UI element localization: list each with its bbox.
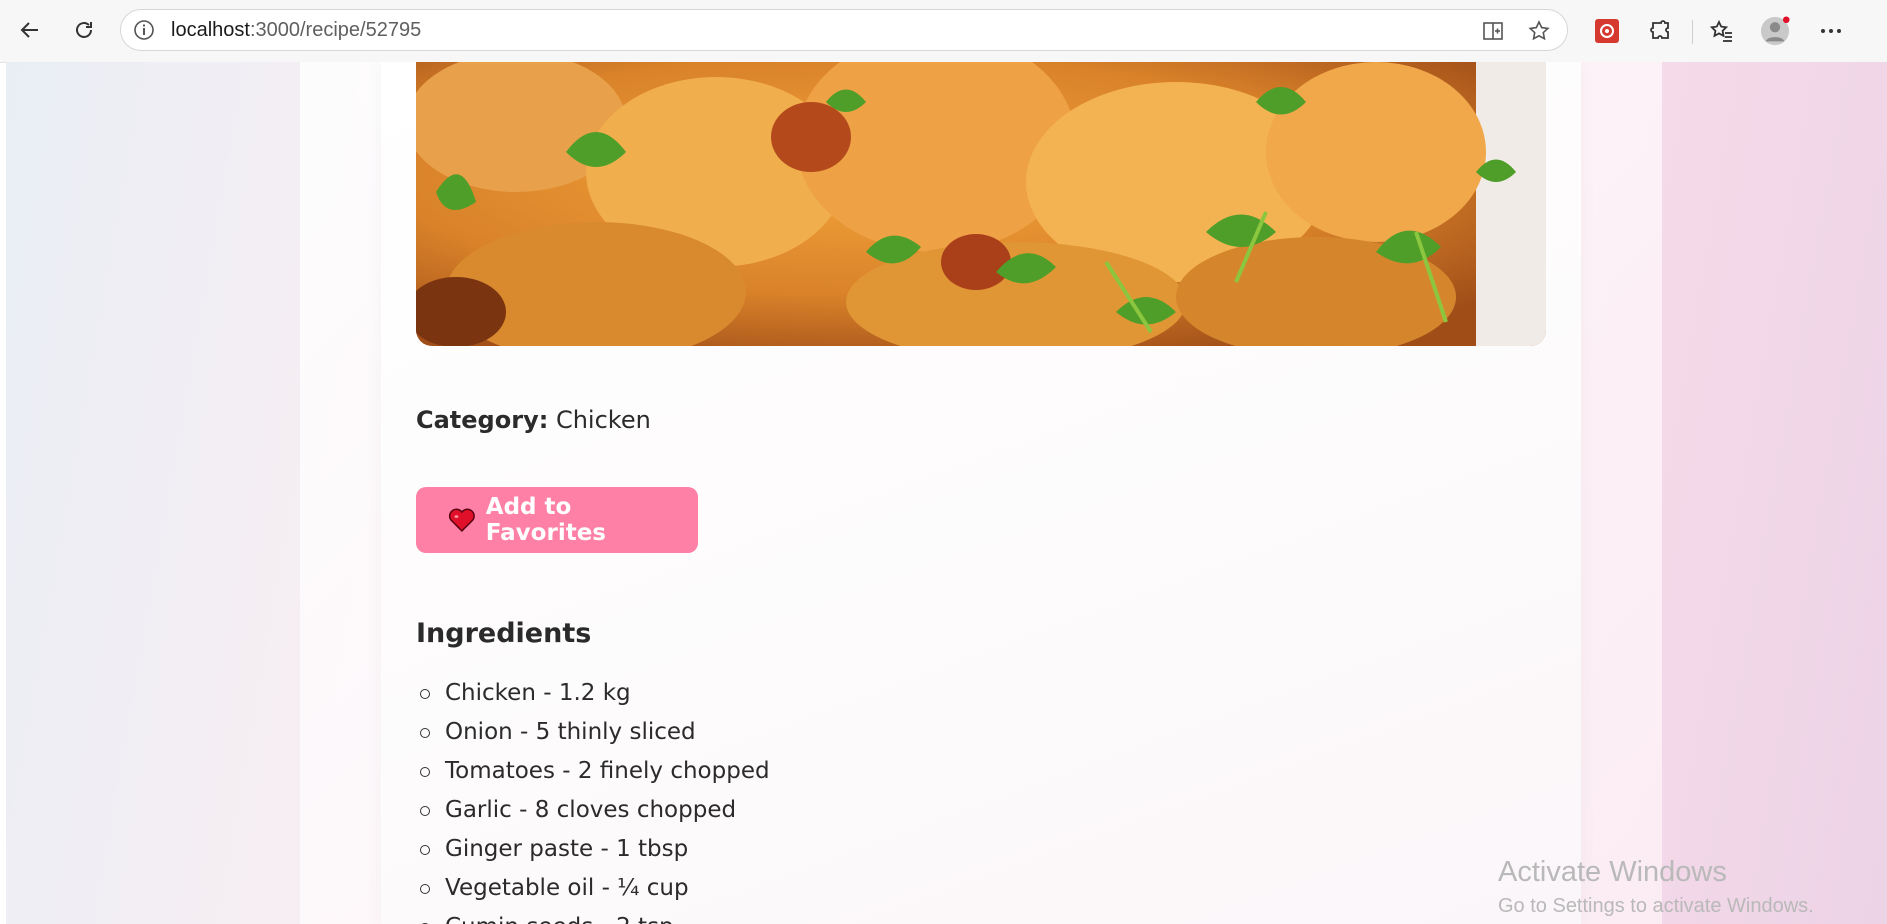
back-icon	[20, 22, 38, 38]
heart-icon	[448, 508, 475, 532]
ingredient-item: Onion - 5 thinly sliced	[416, 713, 770, 752]
ingredients-heading: Ingredients	[416, 618, 592, 649]
watermark-title: Activate Windows	[1498, 856, 1727, 888]
ingredient-item: Garlic - 8 cloves chopped	[416, 791, 770, 830]
profile-button[interactable]	[1760, 16, 1790, 46]
ingredient-item: Ginger paste - 1 tbsp	[416, 830, 770, 869]
url-path: :3000/recipe/52795	[249, 19, 422, 41]
category-value: Chicken	[555, 406, 651, 434]
recipe-card: Category: Chicken Add to Favorites Ingre…	[381, 62, 1581, 924]
extensions-button[interactable]	[1646, 16, 1676, 46]
address-bar[interactable]: localhost:3000/recipe/52795	[120, 9, 1568, 51]
back-button[interactable]	[14, 14, 46, 46]
category-label: Category:	[416, 406, 549, 434]
ingredient-item: Tomatoes - 2 finely chopped	[416, 752, 770, 791]
info-icon[interactable]	[133, 19, 155, 41]
favorite-star-icon[interactable]	[1527, 19, 1551, 43]
recipe-category: Category: Chicken	[416, 406, 651, 434]
watermark-subtitle: Go to Settings to activate Windows.	[1498, 895, 1814, 917]
more-button[interactable]	[1816, 16, 1846, 46]
ingredients-list: Chicken - 1.2 kg Onion - 5 thinly sliced…	[416, 674, 770, 924]
extension-app-icon	[1595, 19, 1619, 43]
browser-toolbar: localhost:3000/recipe/52795	[0, 0, 1887, 63]
split-screen-icon[interactable]	[1481, 19, 1505, 43]
page-viewport: Category: Chicken Add to Favorites Ingre…	[6, 62, 1887, 924]
recipe-image	[416, 62, 1546, 346]
recipe-photo	[416, 62, 1546, 346]
ingredient-item: Cumin seeds - 2 tsp	[416, 908, 770, 924]
favorites-icon	[1709, 19, 1732, 42]
favorites-button[interactable]	[1706, 16, 1736, 46]
url-text[interactable]: localhost:3000/recipe/52795	[171, 19, 421, 42]
extension-app-button[interactable]	[1592, 16, 1622, 46]
refresh-icon	[76, 22, 92, 38]
add-to-favorites-label: Add to Favorites	[485, 494, 606, 546]
ingredient-item: Chicken - 1.2 kg	[416, 674, 770, 713]
windows-activation-watermark: Activate Windows Go to Settings to activ…	[1498, 856, 1814, 918]
url-host: localhost	[171, 19, 250, 41]
more-icon	[1821, 29, 1841, 33]
extensions-icon	[1650, 20, 1669, 39]
profile-icon	[1760, 16, 1790, 46]
toolbar-divider	[1692, 20, 1693, 44]
refresh-button[interactable]	[68, 14, 100, 46]
ingredient-item: Vegetable oil - ¼ cup	[416, 869, 770, 908]
add-to-favorites-button[interactable]: Add to Favorites	[416, 487, 698, 553]
